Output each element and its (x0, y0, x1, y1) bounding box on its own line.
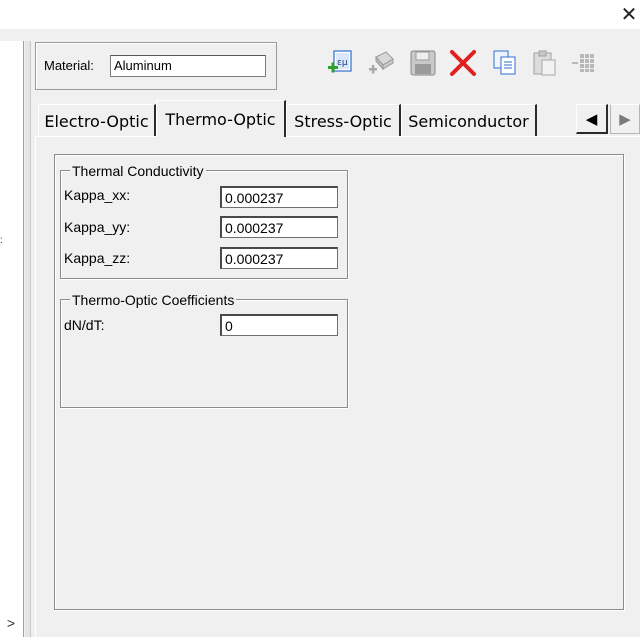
dn-dt-field[interactable]: 0 (220, 314, 338, 336)
copy-button[interactable] (490, 48, 520, 78)
kappa-yy-field[interactable]: 0.000237 (220, 216, 338, 238)
left-pane (0, 41, 24, 637)
tab-electro-optic[interactable]: Electro-Optic (38, 104, 156, 136)
grid-icon (572, 54, 594, 72)
tab-scroll-left-button[interactable]: ◀ (576, 104, 608, 134)
copy-icon (493, 50, 516, 75)
kappa-xx-field[interactable]: 0.000237 (220, 186, 338, 208)
new-material-icon: εμ (328, 50, 352, 73)
paste-button[interactable] (530, 48, 560, 78)
new-material-icon-text: εμ (337, 58, 348, 68)
material-name-field[interactable]: Aluminum (110, 55, 266, 77)
tab-stress-optic[interactable]: Stress-Optic (286, 104, 401, 136)
kappa-yy-label: Kappa_yy: (64, 219, 131, 235)
left-pane-scroll-right-button[interactable]: > (2, 612, 20, 634)
paste-icon (533, 50, 556, 76)
kappa-xx-label: Kappa_xx: (64, 187, 131, 203)
left-pane-marker: : (0, 235, 3, 246)
kappa-zz-field[interactable]: 0.000237 (220, 247, 338, 269)
title-bar (0, 0, 640, 29)
kappa-zz-label: Kappa_zz: (64, 250, 131, 266)
grid-button[interactable] (570, 48, 600, 78)
edit-material-icon (369, 51, 394, 74)
thermo-optic-coefficients-title: Thermo-Optic Coefficients (70, 292, 237, 308)
delete-icon (450, 50, 476, 76)
tab-thermo-optic[interactable]: Thermo-Optic (156, 100, 286, 137)
thermal-conductivity-title: Thermal Conductivity (70, 163, 206, 179)
edit-material-button[interactable] (366, 48, 396, 78)
tab-semiconductor[interactable]: Semiconductor (401, 104, 537, 136)
new-material-button[interactable]: εμ (326, 48, 356, 78)
dn-dt-label: dN/dT: (64, 317, 105, 333)
delete-button[interactable] (448, 48, 478, 78)
material-label: Material: (44, 58, 94, 73)
pane-splitter[interactable] (25, 41, 31, 637)
tab-scroll-right-button[interactable]: ▶ (610, 104, 640, 134)
close-button[interactable]: ✕ (618, 2, 640, 26)
save-button[interactable] (408, 48, 438, 78)
save-icon (410, 50, 436, 76)
